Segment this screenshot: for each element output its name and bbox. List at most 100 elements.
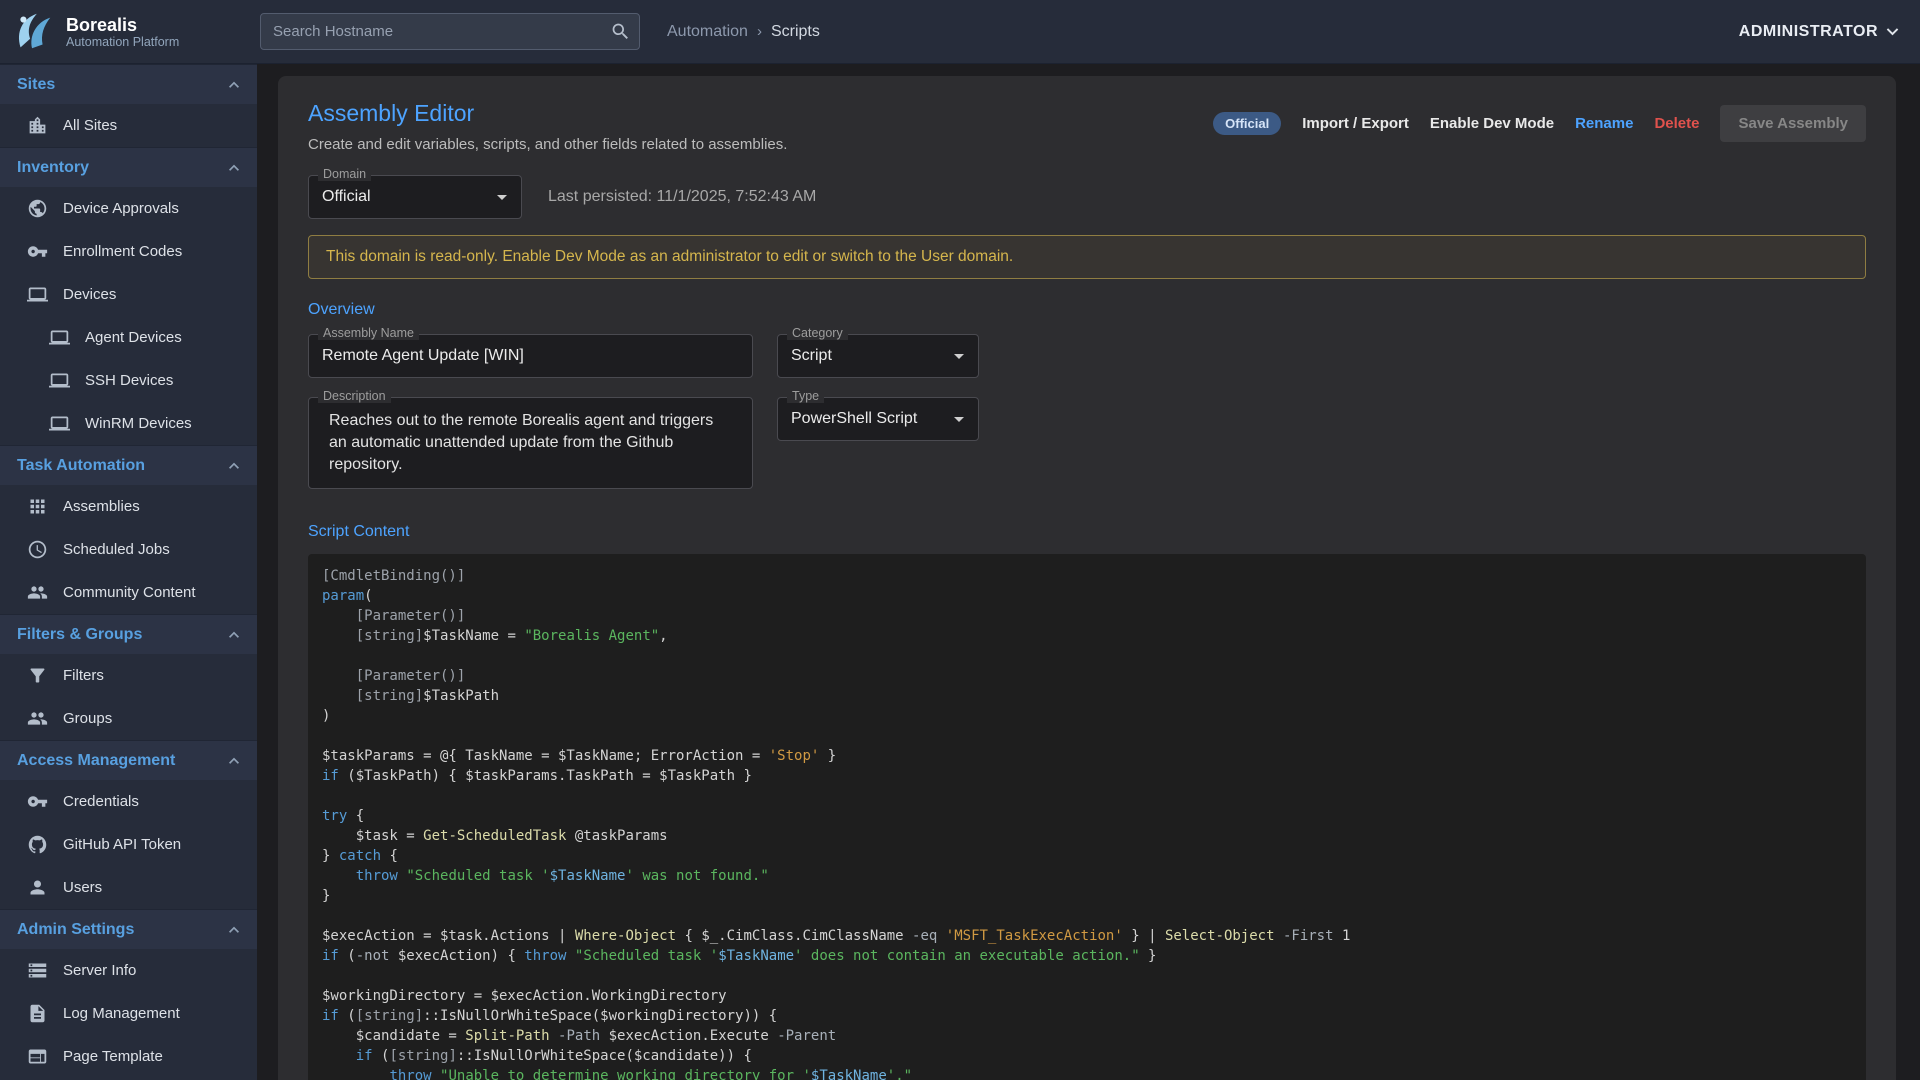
assembly-name-field: Assembly Name xyxy=(308,334,753,378)
sidebar-item-label: Log Management xyxy=(63,1005,180,1022)
sidebar-item-label: Community Content xyxy=(63,584,196,601)
funnel-icon xyxy=(27,665,48,686)
sidebar-item-assemblies[interactable]: Assemblies xyxy=(0,485,257,528)
sidebar-item-label: Scheduled Jobs xyxy=(63,541,170,558)
sidebar-item-label: Server Info xyxy=(63,962,136,979)
sidebar-item-label: Filters xyxy=(63,667,104,684)
user-menu[interactable]: ADMINISTRATOR xyxy=(1739,20,1904,43)
rename-button[interactable]: Rename xyxy=(1575,115,1633,132)
sidebar-item-label: WinRM Devices xyxy=(85,415,192,432)
save-assembly-button[interactable]: Save Assembly xyxy=(1720,105,1866,142)
panel-header: Assembly Editor Create and edit variable… xyxy=(308,100,1866,153)
category-select-value: Script xyxy=(778,347,832,365)
domain-select[interactable]: Domain Official xyxy=(308,175,522,219)
sidebar-section-label: Access Management xyxy=(17,752,175,770)
domain-row: Domain Official Last persisted: 11/1/202… xyxy=(308,175,1866,219)
field-label: Category xyxy=(787,326,848,340)
search-input[interactable] xyxy=(260,13,640,50)
field-label: Type xyxy=(787,389,824,403)
sidebar-section-filters-groups[interactable]: Filters & Groups xyxy=(0,614,257,654)
code-line: [string]$TaskName = "Borealis Agent", xyxy=(322,626,1852,646)
code-line: throw "Scheduled task '$TaskName' was no… xyxy=(322,866,1852,886)
sidebar-section-inventory[interactable]: Inventory xyxy=(0,147,257,187)
sidebar-item-device-approvals[interactable]: Device Approvals xyxy=(0,187,257,230)
sidebar-item-all-sites[interactable]: All Sites xyxy=(0,104,257,147)
sidebar-item-ssh-devices[interactable]: SSH Devices xyxy=(0,359,257,402)
code-line: try { xyxy=(322,806,1852,826)
field-label: Description xyxy=(318,389,391,403)
domain-badge: Official xyxy=(1213,112,1281,135)
sidebar-item-server-info[interactable]: Server Info xyxy=(0,949,257,992)
sidebar-section-access-management[interactable]: Access Management xyxy=(0,740,257,780)
code-line xyxy=(322,786,1852,806)
chevron-up-icon xyxy=(224,920,244,940)
dropdown-caret-icon xyxy=(947,344,971,368)
sidebar-section-task-automation[interactable]: Task Automation xyxy=(0,445,257,485)
server-icon xyxy=(27,960,48,981)
sidebar-item-enrollment-codes[interactable]: Enrollment Codes xyxy=(0,230,257,273)
buildings-icon xyxy=(27,115,48,136)
brand-text: Borealis Automation Platform xyxy=(66,15,179,49)
code-line: $workingDirectory = $execAction.WorkingD… xyxy=(322,986,1852,1006)
type-select[interactable]: Type PowerShell Script xyxy=(777,397,979,441)
code-line: $task = Get-ScheduledTask @taskParams xyxy=(322,826,1852,846)
assembly-name-input[interactable] xyxy=(309,347,752,365)
sidebar-item-filters[interactable]: Filters xyxy=(0,654,257,697)
category-select[interactable]: Category Script xyxy=(777,334,979,378)
sidebar-item-label: SSH Devices xyxy=(85,372,173,389)
breadcrumb-automation[interactable]: Automation xyxy=(667,23,748,41)
grid-icon xyxy=(27,496,48,517)
chevron-down-icon xyxy=(1881,20,1904,43)
sidebar-item-agent-devices[interactable]: Agent Devices xyxy=(0,316,257,359)
sidebar-item-winrm-devices[interactable]: WinRM Devices xyxy=(0,402,257,445)
sidebar-item-community-content[interactable]: Community Content xyxy=(0,571,257,614)
sidebar-section-sites[interactable]: Sites xyxy=(0,64,257,104)
sidebar-item-label: GitHub API Token xyxy=(63,836,181,853)
sidebar-item-github-api-token[interactable]: GitHub API Token xyxy=(0,823,257,866)
overview-row-1: Assembly Name Category Script xyxy=(308,334,1866,378)
sidebar-item-page-template[interactable]: Page Template xyxy=(0,1035,257,1078)
code-line: [Parameter()] xyxy=(322,666,1852,686)
sidebar-item-groups[interactable]: Groups xyxy=(0,697,257,740)
code-line xyxy=(322,646,1852,666)
dropdown-caret-icon xyxy=(490,185,514,209)
import-export-button[interactable]: Import / Export xyxy=(1302,115,1409,132)
main-content: Assembly Editor Create and edit variable… xyxy=(257,64,1920,1080)
sidebar-item-log-management[interactable]: Log Management xyxy=(0,992,257,1035)
delete-button[interactable]: Delete xyxy=(1654,115,1699,132)
sidebar-item-label: Devices xyxy=(63,286,116,303)
sidebar-item-label: Groups xyxy=(63,710,112,727)
description-field[interactable]: Description Reaches out to the remote Bo… xyxy=(308,397,753,489)
sidebar-item-label: Page Template xyxy=(63,1048,163,1065)
sidebar-section-label: Sites xyxy=(17,76,55,94)
brand-subtitle: Automation Platform xyxy=(66,35,179,49)
chevron-up-icon xyxy=(224,625,244,645)
field-label: Domain xyxy=(318,167,371,181)
panel-header-actions: Official Import / Export Enable Dev Mode… xyxy=(1213,105,1866,142)
code-line: if ([string]::IsNullOrWhiteSpace($workin… xyxy=(322,1006,1852,1026)
breadcrumb-scripts[interactable]: Scripts xyxy=(771,23,820,41)
last-persisted-text: Last persisted: 11/1/2025, 7:52:43 AM xyxy=(548,188,816,206)
sidebar-item-scheduled-jobs[interactable]: Scheduled Jobs xyxy=(0,528,257,571)
breadcrumb-separator: › xyxy=(757,23,762,40)
sidebar-item-credentials[interactable]: Credentials xyxy=(0,780,257,823)
brand-name: Borealis xyxy=(66,15,179,35)
sidebar-section-admin-settings[interactable]: Admin Settings xyxy=(0,909,257,949)
sidebar-item-devices[interactable]: Devices xyxy=(0,273,257,316)
description-text: Reaches out to the remote Borealis agent… xyxy=(309,410,752,476)
overview-section-label: Overview xyxy=(308,301,1866,319)
person-icon xyxy=(27,877,48,898)
search-box xyxy=(260,13,640,50)
enable-dev-mode-button[interactable]: Enable Dev Mode xyxy=(1430,115,1554,132)
code-line: [string]$TaskPath xyxy=(322,686,1852,706)
script-code-editor[interactable]: [CmdletBinding()]param( [Parameter()] [s… xyxy=(308,554,1866,1080)
document-icon xyxy=(27,1003,48,1024)
sidebar-section-label: Task Automation xyxy=(17,457,145,475)
chevron-up-icon xyxy=(224,751,244,771)
sidebar-item-users[interactable]: Users xyxy=(0,866,257,909)
assembly-editor-panel: Assembly Editor Create and edit variable… xyxy=(278,76,1896,1080)
chevron-up-icon xyxy=(224,75,244,95)
key-icon xyxy=(27,791,48,812)
overview-row-2: Description Reaches out to the remote Bo… xyxy=(308,397,1866,489)
chevron-up-icon xyxy=(224,158,244,178)
